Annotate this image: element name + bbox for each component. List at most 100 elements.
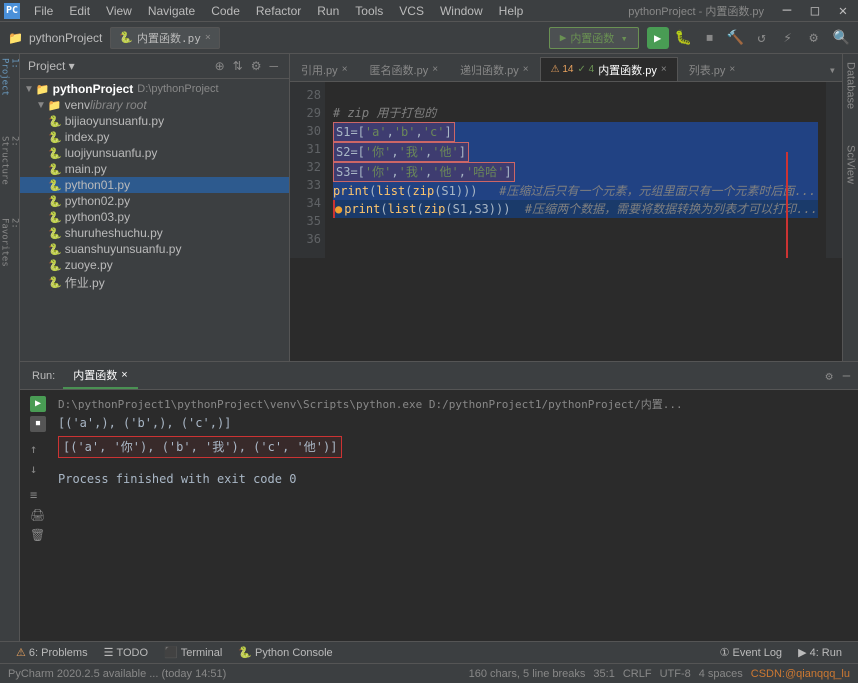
tab-yinyong[interactable]: 引用.py × (290, 57, 359, 81)
tree-item-main[interactable]: 🐍 main.py (20, 161, 289, 177)
menu-help[interactable]: Help (491, 2, 532, 20)
py-icon: 🐍 (48, 131, 62, 144)
editor[interactable]: 28 29 30 31 32 33 34 35 36 # zip (290, 82, 842, 258)
rerun-button[interactable]: ↺ (751, 27, 773, 49)
close-button[interactable]: ✕ (832, 0, 854, 22)
crlf-label: CRLF (623, 668, 652, 680)
sidebar-structure-icon[interactable]: 2: Structure (2, 140, 18, 180)
code-area[interactable]: # zip 用于打包的 S1=['a','b','c'] S2=['你','我'… (325, 82, 826, 258)
stop-button[interactable]: ⏹ (699, 27, 721, 49)
tab-niming[interactable]: 匿名函数.py × (359, 57, 450, 81)
database-label[interactable]: Database (843, 54, 858, 117)
run-config-label: 内置函数 ▾ (570, 30, 627, 46)
tree-item-bijiao[interactable]: 🐍 bijiaoyunsuanfu.py (20, 113, 289, 129)
menu-refactor[interactable]: Refactor (248, 2, 309, 20)
tab-neizhi[interactable]: ⚠ 14 ✓ 4 内置函数.py × (540, 57, 678, 81)
format-btn[interactable]: ≡ (30, 486, 46, 504)
run-output-line1: [('a',), ('b',), ('c',)] (58, 414, 848, 432)
menu-edit[interactable]: Edit (61, 2, 98, 20)
py-icon: 🐍 (48, 115, 62, 128)
tabs-more-button[interactable]: ▾ (823, 59, 842, 81)
run-tab-close[interactable]: × (121, 369, 127, 381)
tree-content: ▼ 📁 pythonProject D:\pythonProject ▼ 📁 v… (20, 79, 289, 361)
tab-close-icon[interactable]: × (342, 64, 348, 75)
code-line-29: # zip 用于打包的 (333, 104, 818, 122)
tree-item-python03[interactable]: 🐍 python03.py (20, 209, 289, 225)
run-config-selector[interactable]: ▶ 内置函数 ▾ (549, 27, 639, 49)
sidebar-favorites-icon[interactable]: 2: Favorites (2, 222, 18, 262)
tree-collapse-btn[interactable]: ⇅ (230, 58, 246, 74)
tab-close-icon[interactable]: × (729, 64, 735, 75)
clear-btn[interactable]: 🗑 (30, 526, 46, 544)
tree-new-btn[interactable]: ⊕ (212, 58, 228, 74)
tree-item-zuoye2[interactable]: 🐍 作业.py (20, 273, 289, 292)
code-line-36 (333, 236, 818, 254)
run-settings-btn[interactable]: ⚙ (822, 367, 837, 385)
project-tree-header: Project ▾ ⊕ ⇅ ⚙ ─ (20, 54, 289, 79)
menu-window[interactable]: Window (432, 2, 491, 20)
tab-close-icon[interactable]: × (523, 64, 529, 75)
rerun-btn[interactable]: ▶ (30, 396, 46, 412)
main-area: 1: Project 2: Structure 2: Favorites Pro… (0, 54, 858, 641)
python-console-btn[interactable]: 🐍 Python Console (230, 646, 340, 659)
run-minimize-btn[interactable]: ─ (839, 367, 854, 385)
toolbar: 📁 pythonProject 🐍 内置函数.py × ▶ 内置函数 ▾ ▶ 🐛… (0, 22, 858, 54)
tree-minimize-btn[interactable]: ─ (266, 58, 281, 74)
debug-button[interactable]: 🐛 (673, 27, 695, 49)
menu-code[interactable]: Code (203, 2, 248, 20)
tab-digui[interactable]: 递归函数.py × (449, 57, 540, 81)
tree-item-shuru[interactable]: 🐍 shuruheshuchu.py (20, 225, 289, 241)
maximize-button[interactable]: □ (804, 0, 826, 22)
run-play-icon: ▶ (654, 31, 661, 45)
tree-item-luoji[interactable]: 🐍 luojiyunsuanfu.py (20, 145, 289, 161)
tab-warning: ⚠ 14 (551, 64, 574, 75)
item-label: main.py (65, 162, 107, 176)
scroll-down-btn[interactable]: ↓ (30, 460, 46, 478)
tab-close-icon[interactable]: × (661, 64, 667, 75)
todo-btn[interactable]: ☰ TODO (96, 646, 156, 659)
menu-file[interactable]: File (26, 2, 61, 20)
settings-button[interactable]: ⚙ (803, 27, 825, 49)
filter-btn[interactable]: 🖨 (30, 506, 46, 524)
sidebar-project-icon[interactable]: 1: Project (2, 58, 18, 98)
terminal-btn[interactable]: ⬛ Terminal (156, 646, 230, 659)
tree-root[interactable]: ▼ 📁 pythonProject D:\pythonProject (20, 81, 289, 97)
run-tab-active[interactable]: 内置函数 × (63, 363, 137, 389)
menu-vcs[interactable]: VCS (391, 2, 432, 20)
tree-item-python02[interactable]: 🐍 python02.py (20, 193, 289, 209)
gutter (826, 82, 842, 258)
code-line-31: S2=['你','我','他'] (333, 142, 818, 162)
scroll-up-btn[interactable]: ↑ (30, 440, 46, 458)
dot-marker: ● (335, 200, 342, 218)
tab-close-icon[interactable]: × (432, 64, 438, 75)
tree-settings-btn[interactable]: ⚙ (248, 58, 265, 74)
tree-item-zuoye[interactable]: 🐍 zuoye.py (20, 257, 289, 273)
menu-run[interactable]: Run (309, 2, 347, 20)
build-button[interactable]: 🔨 (725, 27, 747, 49)
line-numbers: 28 29 30 31 32 33 34 35 36 (290, 82, 325, 258)
status-bar: ⚠ 6: Problems ☰ TODO ⬛ Terminal 🐍 Python… (0, 641, 858, 663)
right-sidebar: Database SciView (842, 54, 858, 361)
venv-label: venv (65, 98, 90, 112)
menu-view[interactable]: View (98, 2, 140, 20)
tree-item-index[interactable]: 🐍 index.py (20, 129, 289, 145)
tab-liebiao[interactable]: 列表.py × (678, 57, 747, 81)
sciview-label[interactable]: SciView (843, 137, 858, 192)
open-file-tab[interactable]: 🐍 内置函数.py × (110, 27, 220, 49)
tree-item-suanshu[interactable]: 🐍 suanshuyunsuanfu.py (20, 241, 289, 257)
profile-button[interactable]: ⚡ (777, 27, 799, 49)
open-file-close[interactable]: × (205, 32, 211, 43)
stop-run-btn[interactable]: ⏹ (30, 416, 46, 432)
menu-tools[interactable]: Tools (347, 2, 391, 20)
problems-btn[interactable]: ⚠ 6: Problems (8, 646, 96, 659)
tree-venv[interactable]: ▼ 📁 venv library root (20, 97, 289, 113)
search-icon[interactable]: 🔍 (833, 30, 850, 46)
run-panel-btn[interactable]: ▶ 4: Run (790, 646, 850, 659)
code-line-28 (333, 86, 818, 104)
output-content: D:\pythonProject1\pythonProject\venv\Scr… (58, 396, 848, 488)
menu-navigate[interactable]: Navigate (140, 2, 203, 20)
minimize-button[interactable]: ─ (776, 0, 798, 22)
run-button[interactable]: ▶ (647, 27, 669, 49)
event-log-btn[interactable]: ① Event Log (712, 646, 790, 659)
tree-item-python01[interactable]: 🐍 python01.py (20, 177, 289, 193)
